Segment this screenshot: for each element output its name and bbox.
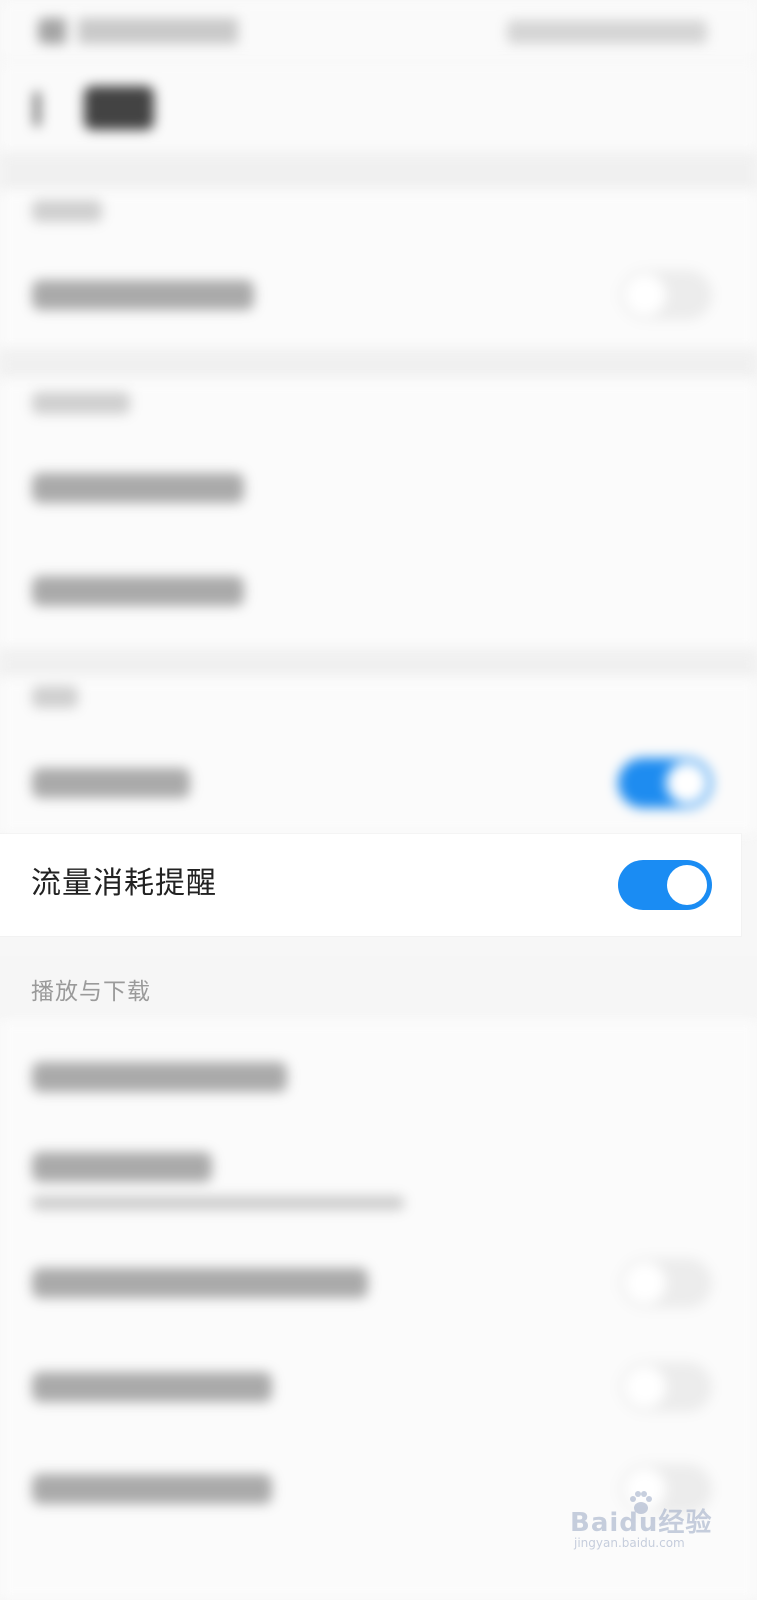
blurred-toggle-off[interactable] (620, 1258, 712, 1308)
blurred-setting-label (32, 1268, 368, 1298)
blurred-toggle-on[interactable] (618, 758, 712, 808)
page-title-blurred (84, 86, 154, 130)
blurred-section-header (32, 200, 102, 222)
section-divider (0, 154, 757, 194)
blurred-setting-subtitle (32, 1196, 404, 1210)
blurred-setting-label (32, 473, 244, 503)
blurred-setting-label (32, 280, 254, 310)
data-usage-reminder-label: 流量消耗提醒 (31, 866, 217, 901)
section-divider (0, 650, 757, 678)
blurred-setting-label (32, 768, 190, 798)
status-indicators (38, 18, 248, 44)
status-bar (0, 0, 757, 62)
playback-download-section-header: 播放与下载 (31, 979, 151, 1005)
blurred-setting-label (32, 576, 244, 606)
blurred-toggle-off[interactable] (620, 270, 712, 320)
back-arrow-icon[interactable] (34, 92, 58, 126)
title-bar (0, 62, 757, 154)
blurred-section-1 (0, 190, 757, 350)
blurred-section-header (32, 392, 130, 414)
section-divider (0, 350, 757, 378)
settings-screen: 流量消耗提醒 播放与下载 Baidu经验 jingyan.baidu.com (0, 0, 757, 1600)
blurred-section-header (32, 686, 78, 708)
blurred-setting-label (32, 1372, 272, 1402)
blurred-setting-label (32, 1474, 272, 1504)
blurred-setting-label (32, 1152, 212, 1182)
toggle-knob (667, 865, 707, 905)
blurred-section-2 (0, 380, 757, 650)
blurred-section-3 (0, 678, 757, 834)
blurred-setting-label (32, 1062, 287, 1092)
baidu-watermark: Baidu经验 jingyan.baidu.com (570, 1488, 740, 1550)
data-usage-reminder-row[interactable]: 流量消耗提醒 (0, 834, 741, 936)
data-usage-reminder-toggle[interactable] (618, 860, 712, 910)
blurred-toggle-off[interactable] (620, 1362, 712, 1412)
watermark-brand: Baidu经验 (570, 1508, 713, 1538)
watermark-url: jingyan.baidu.com (574, 1536, 685, 1550)
status-clock-battery (507, 20, 707, 44)
